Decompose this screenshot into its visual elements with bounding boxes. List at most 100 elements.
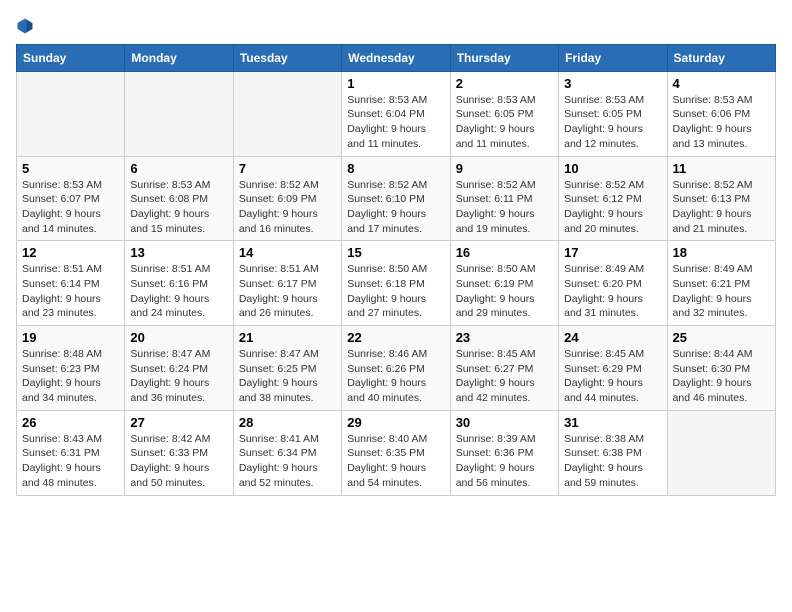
calendar-cell: 8 Sunrise: 8:52 AM Sunset: 6:10 PM Daylig… bbox=[342, 156, 450, 241]
day-info: Sunrise: 8:45 AM Sunset: 6:27 PM Dayligh… bbox=[456, 347, 553, 406]
calendar-week-4: 19 Sunrise: 8:48 AM Sunset: 6:23 PM Dayli… bbox=[17, 326, 776, 411]
day-number: 29 bbox=[347, 415, 444, 430]
day-number: 4 bbox=[673, 76, 770, 91]
calendar-cell bbox=[233, 71, 341, 156]
day-number: 8 bbox=[347, 161, 444, 176]
day-info: Sunrise: 8:41 AM Sunset: 6:34 PM Dayligh… bbox=[239, 432, 336, 491]
day-number: 27 bbox=[130, 415, 227, 430]
day-number: 16 bbox=[456, 245, 553, 260]
calendar-cell: 26 Sunrise: 8:43 AM Sunset: 6:31 PM Dayli… bbox=[17, 410, 125, 495]
day-number: 7 bbox=[239, 161, 336, 176]
calendar-cell: 2 Sunrise: 8:53 AM Sunset: 6:05 PM Daylig… bbox=[450, 71, 558, 156]
calendar-week-5: 26 Sunrise: 8:43 AM Sunset: 6:31 PM Dayli… bbox=[17, 410, 776, 495]
day-info: Sunrise: 8:44 AM Sunset: 6:30 PM Dayligh… bbox=[673, 347, 770, 406]
calendar-cell: 5 Sunrise: 8:53 AM Sunset: 6:07 PM Daylig… bbox=[17, 156, 125, 241]
day-header-sunday: Sunday bbox=[17, 44, 125, 71]
day-info: Sunrise: 8:53 AM Sunset: 6:05 PM Dayligh… bbox=[564, 93, 661, 152]
calendar-cell: 25 Sunrise: 8:44 AM Sunset: 6:30 PM Dayli… bbox=[667, 326, 775, 411]
calendar-cell: 21Sunrise: 8:47 AM Sunset: 6:25 PM Dayli… bbox=[233, 326, 341, 411]
logo-icon bbox=[16, 17, 34, 35]
calendar-cell: 23 Sunrise: 8:45 AM Sunset: 6:27 PM Dayli… bbox=[450, 326, 558, 411]
calendar-week-1: 1Sunrise: 8:53 AM Sunset: 6:04 PM Daylig… bbox=[17, 71, 776, 156]
day-number: 24 bbox=[564, 330, 661, 345]
day-header-wednesday: Wednesday bbox=[342, 44, 450, 71]
logo bbox=[16, 16, 38, 36]
day-header-row: SundayMondayTuesdayWednesdayThursdayFrid… bbox=[17, 44, 776, 71]
day-info: Sunrise: 8:52 AM Sunset: 6:10 PM Dayligh… bbox=[347, 178, 444, 237]
day-number: 21 bbox=[239, 330, 336, 345]
calendar-cell: 10Sunrise: 8:52 AM Sunset: 6:12 PM Dayli… bbox=[559, 156, 667, 241]
calendar-cell: 9 Sunrise: 8:52 AM Sunset: 6:11 PM Daylig… bbox=[450, 156, 558, 241]
day-number: 11 bbox=[673, 161, 770, 176]
day-number: 31 bbox=[564, 415, 661, 430]
page-header bbox=[16, 16, 776, 36]
day-info: Sunrise: 8:50 AM Sunset: 6:18 PM Dayligh… bbox=[347, 262, 444, 321]
day-number: 13 bbox=[130, 245, 227, 260]
day-number: 23 bbox=[456, 330, 553, 345]
calendar-cell bbox=[125, 71, 233, 156]
calendar-cell: 20Sunrise: 8:47 AM Sunset: 6:24 PM Dayli… bbox=[125, 326, 233, 411]
day-info: Sunrise: 8:49 AM Sunset: 6:20 PM Dayligh… bbox=[564, 262, 661, 321]
day-number: 18 bbox=[673, 245, 770, 260]
day-info: Sunrise: 8:43 AM Sunset: 6:31 PM Dayligh… bbox=[22, 432, 119, 491]
day-info: Sunrise: 8:47 AM Sunset: 6:24 PM Dayligh… bbox=[130, 347, 227, 406]
calendar-week-3: 12 Sunrise: 8:51 AM Sunset: 6:14 PM Dayli… bbox=[17, 241, 776, 326]
day-info: Sunrise: 8:53 AM Sunset: 6:04 PM Dayligh… bbox=[347, 93, 444, 152]
day-number: 26 bbox=[22, 415, 119, 430]
day-info: Sunrise: 8:45 AM Sunset: 6:29 PM Dayligh… bbox=[564, 347, 661, 406]
calendar-cell: 29 Sunrise: 8:40 AM Sunset: 6:35 PM Dayli… bbox=[342, 410, 450, 495]
day-number: 25 bbox=[673, 330, 770, 345]
day-number: 14 bbox=[239, 245, 336, 260]
day-info: Sunrise: 8:40 AM Sunset: 6:35 PM Dayligh… bbox=[347, 432, 444, 491]
calendar-cell: 18Sunrise: 8:49 AM Sunset: 6:21 PM Dayli… bbox=[667, 241, 775, 326]
calendar-cell: 3 Sunrise: 8:53 AM Sunset: 6:05 PM Daylig… bbox=[559, 71, 667, 156]
calendar-cell: 17 Sunrise: 8:49 AM Sunset: 6:20 PM Dayli… bbox=[559, 241, 667, 326]
day-info: Sunrise: 8:52 AM Sunset: 6:09 PM Dayligh… bbox=[239, 178, 336, 237]
day-number: 28 bbox=[239, 415, 336, 430]
day-info: Sunrise: 8:50 AM Sunset: 6:19 PM Dayligh… bbox=[456, 262, 553, 321]
day-number: 19 bbox=[22, 330, 119, 345]
day-header-tuesday: Tuesday bbox=[233, 44, 341, 71]
day-number: 3 bbox=[564, 76, 661, 91]
calendar-cell: 13 Sunrise: 8:51 AM Sunset: 6:16 PM Dayli… bbox=[125, 241, 233, 326]
day-info: Sunrise: 8:51 AM Sunset: 6:16 PM Dayligh… bbox=[130, 262, 227, 321]
day-info: Sunrise: 8:48 AM Sunset: 6:23 PM Dayligh… bbox=[22, 347, 119, 406]
day-info: Sunrise: 8:46 AM Sunset: 6:26 PM Dayligh… bbox=[347, 347, 444, 406]
day-info: Sunrise: 8:52 AM Sunset: 6:11 PM Dayligh… bbox=[456, 178, 553, 237]
calendar-cell: 30 Sunrise: 8:39 AM Sunset: 6:36 PM Dayli… bbox=[450, 410, 558, 495]
calendar-cell: 19 Sunrise: 8:48 AM Sunset: 6:23 PM Dayli… bbox=[17, 326, 125, 411]
day-header-friday: Friday bbox=[559, 44, 667, 71]
day-info: Sunrise: 8:53 AM Sunset: 6:07 PM Dayligh… bbox=[22, 178, 119, 237]
day-info: Sunrise: 8:52 AM Sunset: 6:13 PM Dayligh… bbox=[673, 178, 770, 237]
calendar-cell: 31 Sunrise: 8:38 AM Sunset: 6:38 PM Dayli… bbox=[559, 410, 667, 495]
calendar-cell: 7 Sunrise: 8:52 AM Sunset: 6:09 PM Daylig… bbox=[233, 156, 341, 241]
day-number: 10 bbox=[564, 161, 661, 176]
day-number: 9 bbox=[456, 161, 553, 176]
day-number: 5 bbox=[22, 161, 119, 176]
day-info: Sunrise: 8:39 AM Sunset: 6:36 PM Dayligh… bbox=[456, 432, 553, 491]
day-info: Sunrise: 8:38 AM Sunset: 6:38 PM Dayligh… bbox=[564, 432, 661, 491]
calendar-cell: 6Sunrise: 8:53 AM Sunset: 6:08 PM Daylig… bbox=[125, 156, 233, 241]
calendar-cell: 1Sunrise: 8:53 AM Sunset: 6:04 PM Daylig… bbox=[342, 71, 450, 156]
day-number: 17 bbox=[564, 245, 661, 260]
calendar-cell bbox=[667, 410, 775, 495]
day-info: Sunrise: 8:42 AM Sunset: 6:33 PM Dayligh… bbox=[130, 432, 227, 491]
day-info: Sunrise: 8:51 AM Sunset: 6:14 PM Dayligh… bbox=[22, 262, 119, 321]
calendar-header: SundayMondayTuesdayWednesdayThursdayFrid… bbox=[17, 44, 776, 71]
day-info: Sunrise: 8:53 AM Sunset: 6:06 PM Dayligh… bbox=[673, 93, 770, 152]
calendar-body: 1Sunrise: 8:53 AM Sunset: 6:04 PM Daylig… bbox=[17, 71, 776, 495]
day-number: 30 bbox=[456, 415, 553, 430]
calendar-cell bbox=[17, 71, 125, 156]
calendar-cell: 24 Sunrise: 8:45 AM Sunset: 6:29 PM Dayli… bbox=[559, 326, 667, 411]
calendar-cell: 4 Sunrise: 8:53 AM Sunset: 6:06 PM Daylig… bbox=[667, 71, 775, 156]
calendar-cell: 15Sunrise: 8:50 AM Sunset: 6:18 PM Dayli… bbox=[342, 241, 450, 326]
day-number: 12 bbox=[22, 245, 119, 260]
day-number: 2 bbox=[456, 76, 553, 91]
day-info: Sunrise: 8:53 AM Sunset: 6:05 PM Dayligh… bbox=[456, 93, 553, 152]
day-number: 22 bbox=[347, 330, 444, 345]
calendar-cell: 22 Sunrise: 8:46 AM Sunset: 6:26 PM Dayli… bbox=[342, 326, 450, 411]
calendar-cell: 16 Sunrise: 8:50 AM Sunset: 6:19 PM Dayli… bbox=[450, 241, 558, 326]
day-info: Sunrise: 8:51 AM Sunset: 6:17 PM Dayligh… bbox=[239, 262, 336, 321]
calendar-cell: 11 Sunrise: 8:52 AM Sunset: 6:13 PM Dayli… bbox=[667, 156, 775, 241]
calendar-cell: 14 Sunrise: 8:51 AM Sunset: 6:17 PM Dayli… bbox=[233, 241, 341, 326]
